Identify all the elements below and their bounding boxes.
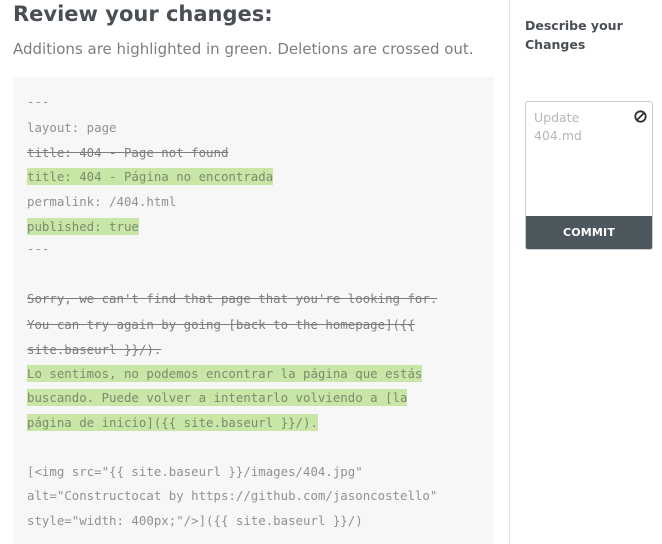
diff-line-deleted: site.baseurl }}/). [27,341,161,359]
diff-line: [<img src="{{ site.baseurl }}/images/404… [27,463,363,481]
added-text: published: true [27,218,139,235]
diff-line-deleted: You can try again by going [back to the … [27,316,415,334]
diff-line-text: style="width: 400px;"/>]({{ site.baseurl… [27,513,363,528]
commit-button[interactable]: COMMIT [526,216,652,249]
diff-line: --- [27,93,49,111]
deleted-text: title: 404 - Page not found [27,145,229,160]
diff-line: --- [27,240,49,258]
added-text: página de inicio]({{ site.baseurl }}/). [27,414,318,431]
diff-line-text: alt="Constructocat by https://github.com… [27,488,438,503]
diff-line: alt="Constructocat by https://github.com… [27,487,437,505]
deleted-text: You can try again by going [back to the … [27,317,415,332]
added-text: title: 404 - Página no encontrada [27,168,274,185]
sidebar-title: Describe your Changes [525,18,623,52]
diff-line-text: --- [27,241,50,256]
deleted-text: Sorry, we can't find that page that you'… [27,291,438,306]
added-text: Lo sentimos, no podemos encontrar la pág… [27,365,423,382]
diff-line-added: buscando. Puede volver a intentarlo volv… [27,389,408,407]
diff-line-deleted: title: 404 - Page not found [27,144,228,162]
panel-divider [509,0,510,544]
diff-line-deleted: Sorry, we can't find that page that you'… [27,290,437,308]
diff-line-text: permalink: /404.html [27,194,177,209]
page-title: Review your changes: [13,2,273,26]
review-panel: Review your changes: Additions are highl… [0,0,509,544]
ban-icon[interactable] [634,110,647,123]
diff-line: style="width: 400px;"/>]({{ site.baseurl… [27,512,363,530]
deleted-text: site.baseurl }}/). [27,342,162,357]
diff-line-text: --- [27,94,50,109]
diff-line-text: layout: page [27,120,117,135]
diff-line: permalink: /404.html [27,193,176,211]
diff-line: layout: page [27,119,117,137]
diff-line-added: Lo sentimos, no podemos encontrar la pág… [27,365,423,383]
added-text: buscando. Puede volver a intentarlo volv… [27,389,408,406]
diff-line-added: página de inicio]({{ site.baseurl }}/). [27,414,318,432]
diff-line-added: published: true [27,218,139,236]
commit-message-input[interactable]: Update 404.md [534,109,629,145]
commit-form: Update 404.md COMMIT [525,101,653,250]
diff-line-text: [<img src="{{ site.baseurl }}/images/404… [27,464,363,479]
diff-line-added: title: 404 - Página no encontrada [27,168,274,186]
page-subtitle: Additions are highlighted in green. Dele… [13,40,474,58]
diff-view: --- layout: page title: 404 - Page not f… [13,77,494,544]
